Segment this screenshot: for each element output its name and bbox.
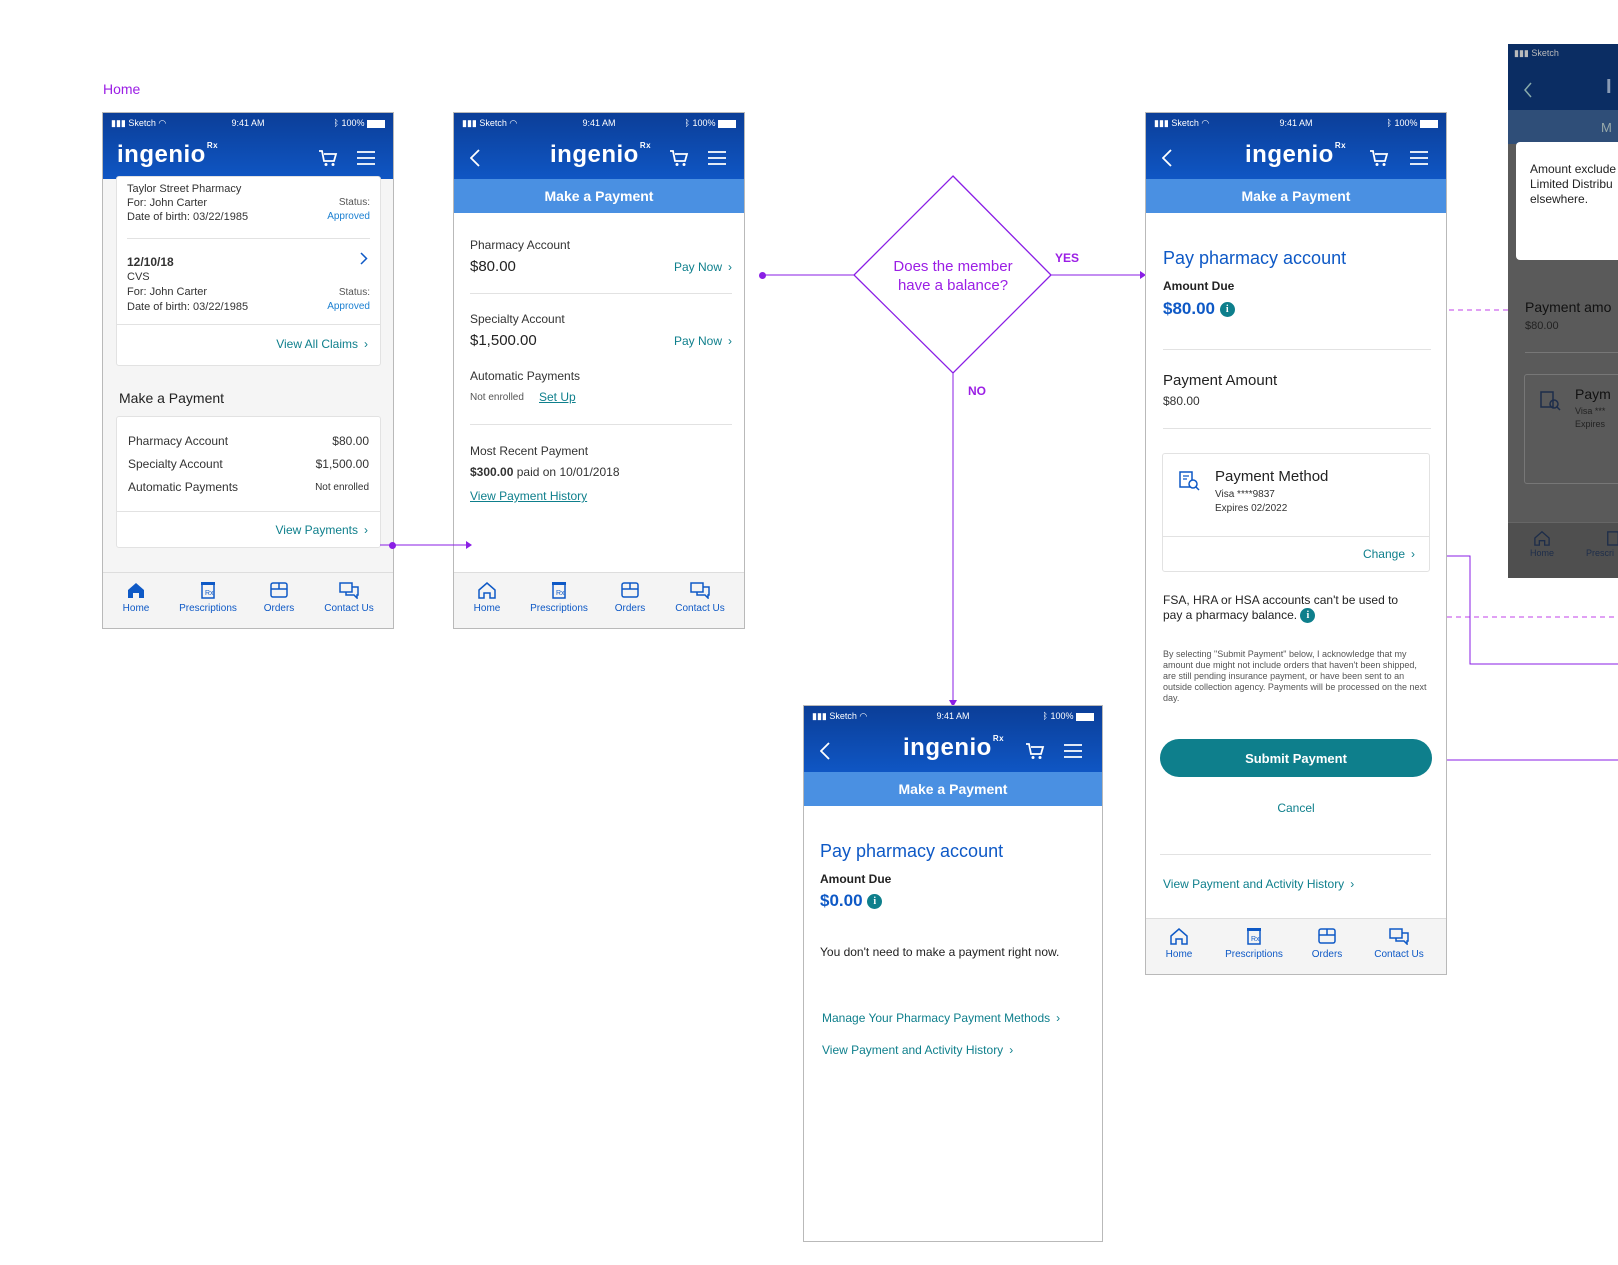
tab-contact[interactable]: Contact Us [1359, 927, 1439, 960]
signal-icon: ▮▮▮ [1514, 48, 1529, 58]
ingenio-logo[interactable]: ingenioRx [903, 734, 1004, 762]
menu-icon[interactable] [1062, 740, 1084, 762]
wifi-icon: ◠ [859, 710, 868, 721]
tab-orders[interactable]: Orders [1287, 927, 1367, 960]
flow-dot [389, 542, 396, 549]
screen-pay-pharmacy: ▮▮▮ Sketch ◠ 9:41 AM ᛒ 100% ingenioRx Ma… [1145, 112, 1447, 975]
tab-bar: Home Rx Prescriptions Orders Contact Us [1146, 918, 1446, 974]
card-search-icon [1538, 389, 1562, 413]
section-heading: Pay pharmacy account [820, 841, 1004, 861]
screen-no-balance: ▮▮▮ Sketch ◠ 9:41 AM ᛒ 100% ingenioRx Ma… [803, 705, 1103, 1242]
page-title: Make a Payment [1146, 179, 1446, 213]
legal-disclaimer: By selecting "Submit Payment" below, I a… [1163, 649, 1427, 703]
view-activity-history-link[interactable]: View Payment and Activity History › [1163, 877, 1354, 891]
wifi-icon: ◠ [1201, 117, 1210, 128]
chevron-right-icon: › [1056, 1011, 1061, 1025]
chevron-right-icon: › [1009, 1043, 1014, 1057]
manage-payment-methods-link[interactable]: Manage Your Pharmacy Payment Methods › [822, 1011, 1060, 1025]
bluetooth-icon: ᛒ [1042, 711, 1048, 721]
svg-text:Rx: Rx [1251, 936, 1260, 943]
home-icon [1170, 928, 1188, 945]
prescription-icon [1607, 531, 1618, 546]
card-search-icon [1177, 469, 1201, 493]
change-payment-method-link[interactable]: Change › [1363, 547, 1415, 561]
cart-icon[interactable] [1368, 147, 1390, 169]
decision-question: Does the member have a balance? [893, 258, 1013, 294]
page-title: Make a Payment [804, 772, 1102, 806]
back-arrow-icon[interactable] [1522, 80, 1534, 100]
back-arrow-icon[interactable] [1158, 147, 1176, 169]
menu-icon[interactable] [1408, 147, 1430, 169]
view-activity-history-link[interactable]: View Payment and Activity History › [822, 1043, 1013, 1057]
section-heading: Pay pharmacy account [1163, 248, 1347, 268]
info-icon[interactable]: i [1300, 608, 1316, 624]
battery-icon [1420, 119, 1438, 128]
decision-no-label: NO [968, 384, 986, 398]
status-bar: ▮▮▮ Sketch ◠ 9:41 AM ᛒ 100% [804, 706, 1102, 726]
submit-payment-button[interactable]: Submit Payment [1160, 739, 1432, 777]
battery-icon [1076, 712, 1094, 721]
cart-icon[interactable] [1024, 740, 1046, 762]
flow-dot [759, 272, 766, 279]
chat-icon [1389, 928, 1409, 945]
screen-tooltip-partial: ▮▮▮ Sketch I M Amount exclude Limited Di… [1508, 44, 1618, 578]
signal-icon: ▮▮▮ [1154, 117, 1169, 128]
bluetooth-icon: ᛒ [1386, 118, 1392, 128]
ingenio-logo[interactable]: ingenioRx [1245, 141, 1346, 169]
tooltip-popup: Amount exclude Limited Distribu elsewher… [1516, 142, 1618, 260]
tab-home[interactable]: Home [1530, 530, 1554, 558]
status-bar: ▮▮▮ Sketch ◠ 9:41 AM ᛒ 100% [1146, 113, 1446, 133]
cancel-link[interactable]: Cancel [1146, 801, 1446, 815]
signal-icon: ▮▮▮ [812, 710, 827, 721]
decision-yes-label: YES [1055, 251, 1080, 265]
home-icon [1534, 530, 1550, 546]
info-icon[interactable]: i [1219, 302, 1235, 318]
back-arrow-icon[interactable] [816, 740, 834, 762]
box-icon [1318, 928, 1336, 944]
chevron-right-icon: › [1350, 877, 1355, 891]
tab-prescriptions[interactable]: Rx Prescriptions [1214, 927, 1294, 960]
tab-home[interactable]: Home [1146, 927, 1219, 960]
prescription-icon: Rx [1247, 928, 1261, 945]
tab-prescriptions[interactable]: Prescri [1586, 530, 1618, 558]
info-icon[interactable]: i [867, 894, 883, 910]
chevron-right-icon: › [1411, 547, 1415, 561]
payment-method-card: Payment Method Visa ****9837 Expires 02/… [1162, 453, 1430, 572]
